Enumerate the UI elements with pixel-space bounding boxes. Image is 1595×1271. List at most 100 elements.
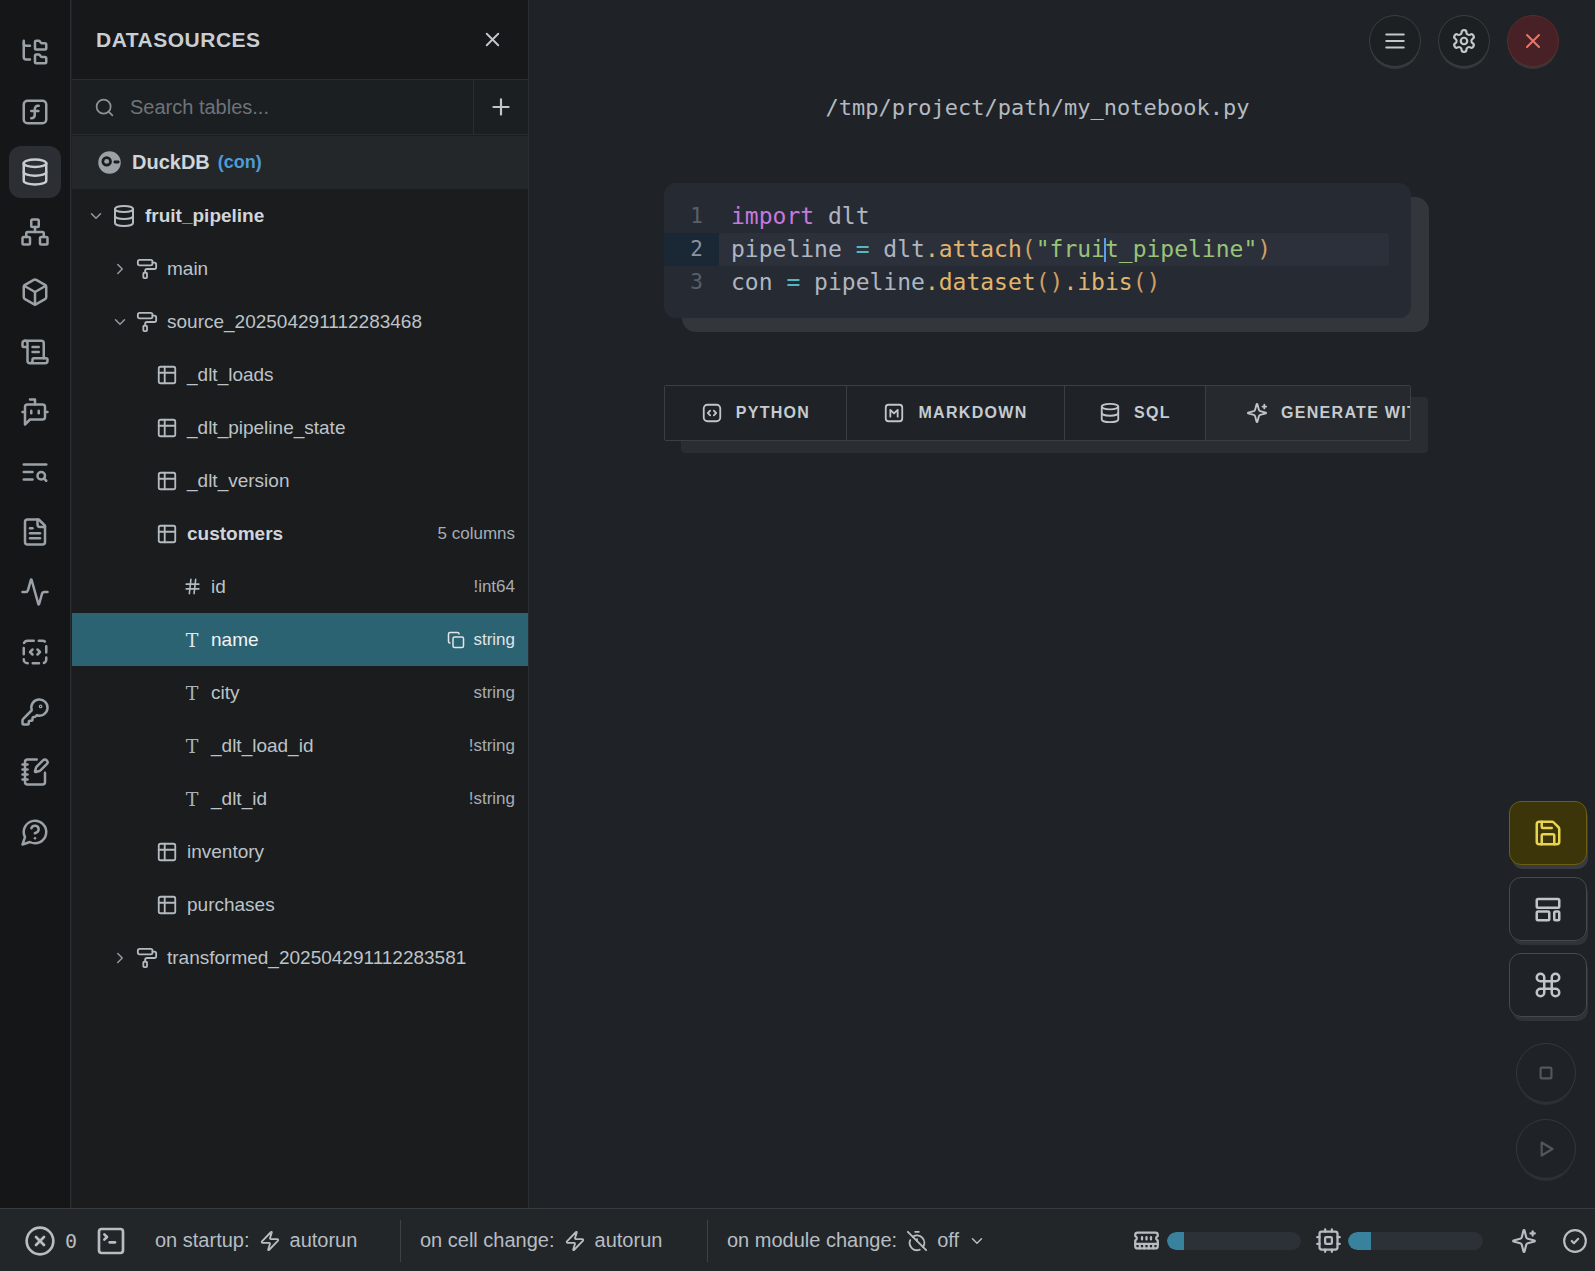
statusbar-group-0[interactable]: on startup:autorun <box>155 1209 357 1271</box>
tree-meta: string <box>447 630 515 650</box>
add-cell-generate-wit-button[interactable]: GENERATE WIT <box>1206 386 1411 440</box>
box-icon <box>20 277 50 307</box>
tree-label: inventory <box>187 841 264 863</box>
tree-row-purchases[interactable]: purchases <box>72 878 528 931</box>
rail-item-notebook-pen[interactable] <box>9 746 61 798</box>
tree-row-fruit_pipeline[interactable]: fruit_pipeline <box>72 189 528 242</box>
add-cell-markdown-button[interactable]: MARKDOWN <box>847 386 1065 440</box>
tree-row-name[interactable]: Tname string <box>72 613 528 666</box>
folder-tree-icon <box>20 37 50 67</box>
chevron-down-icon[interactable] <box>110 313 130 331</box>
close-panel-icon[interactable] <box>481 28 504 51</box>
rail-item-scroll-text[interactable] <box>9 326 61 378</box>
tree-row-customers[interactable]: customers5 columns <box>72 507 528 560</box>
cpu-bar <box>1348 1209 1483 1271</box>
statusbar-group-2[interactable]: on module change:off <box>727 1209 986 1271</box>
rail-item-activity[interactable] <box>9 566 61 618</box>
tree-row-_dlt_id[interactable]: T_dlt_id!string <box>72 772 528 825</box>
terminal-button[interactable] <box>95 1209 127 1271</box>
chevron-right-icon[interactable] <box>110 949 130 967</box>
tree-row-_dlt_pipeline_state[interactable]: _dlt_pipeline_state <box>72 401 528 454</box>
tree-row-city[interactable]: Tcitystring <box>72 666 528 719</box>
tree-row-_dlt_loads[interactable]: _dlt_loads <box>72 348 528 401</box>
code-square-icon <box>701 402 723 424</box>
rail-item-help-bubble[interactable] <box>9 806 61 858</box>
tree-label: name <box>211 629 259 651</box>
rail-item-function-square[interactable] <box>9 86 61 138</box>
timer-off-icon <box>906 1230 928 1252</box>
tree-row-main[interactable]: main <box>72 242 528 295</box>
cpu-icon <box>1315 1227 1342 1254</box>
paint-roller-icon <box>136 311 158 333</box>
rail-item-box[interactable] <box>9 266 61 318</box>
rail-item-folder-tree[interactable] <box>9 26 61 78</box>
database-icon <box>20 157 50 187</box>
tree-label: _dlt_pipeline_state <box>187 417 345 439</box>
tree-row-transformed_202504291112283581[interactable]: transformed_202504291112283581 <box>72 931 528 984</box>
copy-icon <box>447 631 465 649</box>
zap-icon <box>259 1230 281 1252</box>
tree-row-id[interactable]: id!int64 <box>72 560 528 613</box>
tree-row-source_202504291112283468[interactable]: source_202504291112283468 <box>72 295 528 348</box>
memory-icon <box>1133 1227 1160 1254</box>
notebook-pen-icon <box>20 757 50 787</box>
settings-button[interactable] <box>1438 15 1490 67</box>
add-cell-python-button[interactable]: PYTHON <box>665 386 847 440</box>
add-cell-label: SQL <box>1134 404 1171 422</box>
stop-button[interactable] <box>1516 1043 1576 1103</box>
statusbar-group-1[interactable]: on cell change:autorun <box>420 1209 662 1271</box>
chevron-right-icon <box>111 260 129 278</box>
tree-row-engine[interactable]: DuckDB(con) <box>72 136 528 189</box>
panel-title: DATASOURCES <box>96 28 481 52</box>
rail-item-bot[interactable] <box>9 386 61 438</box>
rail-item-key[interactable] <box>9 686 61 738</box>
connection-status-icon[interactable] <box>1562 1209 1588 1271</box>
database-icon <box>1099 402 1121 424</box>
add-cell-label: GENERATE WIT <box>1281 404 1411 422</box>
text-search-icon <box>20 457 50 487</box>
menu-button[interactable] <box>1369 15 1421 67</box>
code-line-2[interactable]: 2pipeline = dlt.attach("fruit_pipeline") <box>664 233 1411 266</box>
square-terminal-icon <box>95 1225 127 1257</box>
code-line-3[interactable]: 3con = pipeline.dataset().ibis() <box>664 266 1411 299</box>
error-count[interactable]: 0 <box>24 1209 77 1271</box>
database-icon <box>112 204 136 228</box>
tree-label: main <box>167 258 208 280</box>
add-cell-sql-button[interactable]: SQL <box>1065 386 1206 440</box>
rail-item-network[interactable] <box>9 206 61 258</box>
help-bubble-icon <box>20 817 50 847</box>
code-line-1[interactable]: 1import dlt <box>664 200 1411 233</box>
tree-label: city <box>211 682 240 704</box>
search-row <box>72 80 528 135</box>
code-cell[interactable]: 1import dlt2pipeline = dlt.attach("fruit… <box>664 183 1411 318</box>
run-button[interactable] <box>1516 1119 1576 1179</box>
chevron-down-icon <box>111 313 129 331</box>
type-string-icon: T <box>186 629 199 651</box>
rail-item-text-search[interactable] <box>9 446 61 498</box>
group-label: on cell change: <box>420 1229 555 1252</box>
tree-label: purchases <box>187 894 275 916</box>
memory-bar <box>1167 1209 1301 1271</box>
command-palette-button[interactable] <box>1509 953 1587 1017</box>
function-square-icon <box>20 97 50 127</box>
chevron-down-icon[interactable] <box>86 207 106 225</box>
search-input[interactable] <box>130 96 473 119</box>
shutdown-button[interactable] <box>1507 15 1559 67</box>
tree-label: transformed_202504291112283581 <box>167 947 466 969</box>
ai-assistant-button[interactable] <box>1511 1209 1537 1271</box>
paint-roller-icon <box>136 258 158 280</box>
tree-row-_dlt_version[interactable]: _dlt_version <box>72 454 528 507</box>
scroll-text-icon <box>20 337 50 367</box>
save-button[interactable] <box>1509 801 1587 865</box>
tree-row-_dlt_load_id[interactable]: T_dlt_load_id!string <box>72 719 528 772</box>
status-bar: 0 on startup:autorun on cell change:autoru… <box>0 1208 1595 1271</box>
markdown-square-icon <box>883 402 905 424</box>
layout-toggle-button[interactable] <box>1509 877 1587 941</box>
rail-item-database[interactable] <box>9 146 61 198</box>
chevron-right-icon[interactable] <box>110 260 130 278</box>
add-datasource-button[interactable] <box>473 80 528 134</box>
type-string-icon: T <box>186 682 199 704</box>
rail-item-file-text[interactable] <box>9 506 61 558</box>
tree-row-inventory[interactable]: inventory <box>72 825 528 878</box>
rail-item-snippet[interactable] <box>9 626 61 678</box>
